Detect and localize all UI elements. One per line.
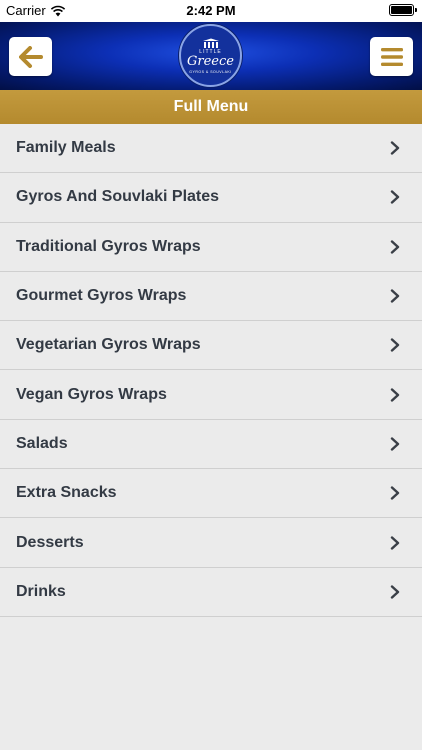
back-button[interactable] <box>9 37 52 76</box>
menu-item-label: Extra Snacks <box>16 484 117 502</box>
menu-item-salads[interactable]: Salads <box>0 420 422 470</box>
hamburger-icon <box>380 47 403 66</box>
status-bar: Carrier 2:42 PM <box>0 0 422 22</box>
chevron-right-icon <box>390 338 400 353</box>
restaurant-logo: LITTLE Greece GYROS & SOUVLAKI <box>179 24 242 87</box>
menu-item-label: Drinks <box>16 582 66 600</box>
menu-item-label: Vegetarian Gyros Wraps <box>16 336 201 354</box>
chevron-right-icon <box>390 240 400 254</box>
status-time: 2:42 PM <box>186 3 236 18</box>
menu-item-vegan-gyros-wraps[interactable]: Vegan Gyros Wraps <box>0 370 422 420</box>
menu-item-label: Family Meals <box>16 139 116 157</box>
chevron-right-icon <box>390 141 400 155</box>
menu-item-label: Gyros And Souvlaki Plates <box>16 188 220 206</box>
menu-item-vegetarian-gyros-wraps[interactable]: Vegetarian Gyros Wraps <box>0 321 422 371</box>
chevron-right-icon <box>390 289 400 303</box>
menu-item-label: Vegan Gyros Wraps <box>16 385 167 403</box>
logo-sub-text: GYROS & SOUVLAKI <box>189 69 232 74</box>
chevron-right-icon <box>390 190 400 205</box>
chevron-right-icon <box>390 585 400 599</box>
chevron-right-icon <box>390 535 400 550</box>
temple-icon <box>202 38 219 48</box>
app-header: LITTLE Greece GYROS & SOUVLAKI <box>0 22 422 90</box>
page-title: Full Menu <box>173 98 249 115</box>
menu-item-desserts[interactable]: Desserts <box>0 518 422 568</box>
menu-item-label: Salads <box>16 434 68 452</box>
menu-item-traditional-gyros-wraps[interactable]: Traditional Gyros Wraps <box>0 223 422 272</box>
menu-item-label: Traditional Gyros Wraps <box>16 237 201 255</box>
chevron-right-icon <box>390 486 400 500</box>
menu-item-drinks[interactable]: Drinks <box>0 568 422 617</box>
menu-item-label: Desserts <box>16 533 84 551</box>
menu-item-gyros-souvlaki-plates[interactable]: Gyros And Souvlaki Plates <box>0 173 422 223</box>
menu-item-gourmet-gyros-wraps[interactable]: Gourmet Gyros Wraps <box>0 272 422 322</box>
page-title-bar: Full Menu <box>0 90 422 124</box>
logo-brand-text: Greece <box>187 53 234 69</box>
menu-category-list: Family Meals Gyros And Souvlaki Plates T… <box>0 124 422 617</box>
arrow-left-icon <box>18 45 43 68</box>
chevron-right-icon <box>390 387 400 402</box>
menu-button[interactable] <box>370 37 413 76</box>
menu-item-label: Gourmet Gyros Wraps <box>16 287 187 305</box>
chevron-right-icon <box>390 437 400 451</box>
menu-item-extra-snacks[interactable]: Extra Snacks <box>0 469 422 519</box>
battery-icon <box>389 4 417 16</box>
menu-item-family-meals[interactable]: Family Meals <box>0 124 422 174</box>
